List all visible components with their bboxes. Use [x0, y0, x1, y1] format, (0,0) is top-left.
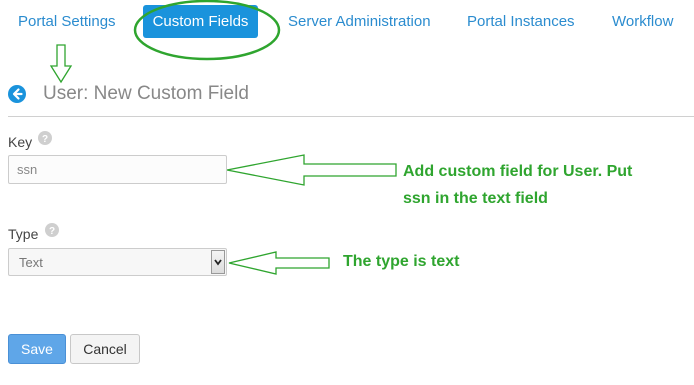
- type-help-icon[interactable]: ?: [45, 223, 59, 237]
- back-arrow-circle-icon[interactable]: [8, 85, 26, 103]
- chevron-down-icon: [214, 259, 222, 266]
- key-help-icon[interactable]: ?: [38, 131, 52, 145]
- type-select-value: Text: [19, 255, 43, 270]
- svg-text:?: ?: [42, 134, 48, 145]
- key-annotation-line2: ssn in the text field: [403, 190, 548, 207]
- page-title: User: New Custom Field: [43, 83, 249, 104]
- key-label: Key: [8, 134, 33, 150]
- svg-text:?: ?: [49, 226, 55, 237]
- type-annotation: The type is text: [343, 253, 460, 270]
- annotation-overlay: [49, 0, 397, 275]
- highlight-ellipse: [133, 0, 281, 61]
- select-dropdown-button[interactable]: [211, 250, 225, 274]
- key-arrow-icon: [226, 154, 397, 186]
- type-label: Type: [8, 226, 39, 242]
- save-button[interactable]: Save: [8, 334, 66, 364]
- type-select[interactable]: Text: [8, 248, 227, 276]
- down-arrow-icon: [49, 44, 73, 84]
- cancel-button[interactable]: Cancel: [70, 334, 140, 364]
- header-divider: [8, 116, 694, 117]
- key-annotation-line1: Add custom field for User. Put: [403, 163, 633, 180]
- type-arrow-icon: [228, 251, 330, 275]
- key-input[interactable]: [8, 155, 227, 184]
